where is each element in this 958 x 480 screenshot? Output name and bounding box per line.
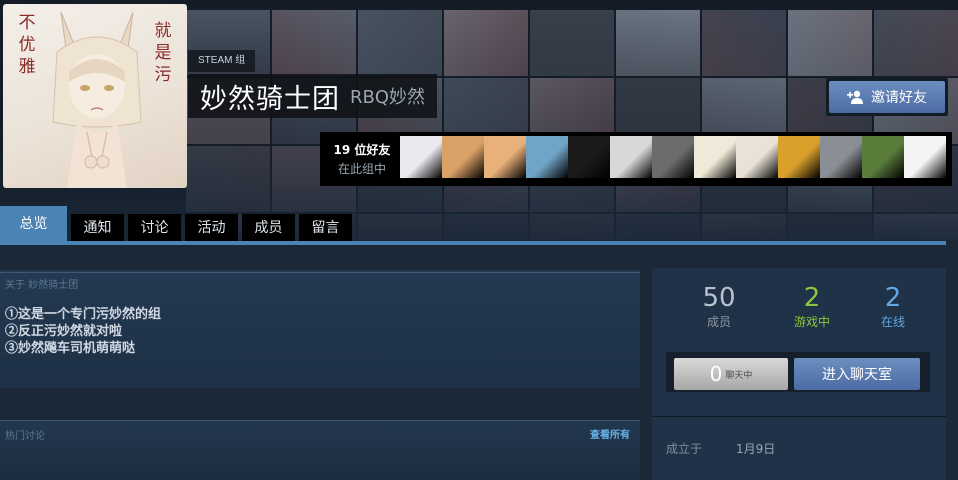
about-line: ①这是一个专门污妙然的组 <box>5 307 162 322</box>
friend-avatar[interactable] <box>526 136 568 178</box>
stat-members-label: 成员 <box>706 315 731 329</box>
about-line: ③妙然飚车司机萌萌哒 <box>5 341 136 356</box>
tab-underline <box>0 241 946 245</box>
stat-online-value: 2 <box>884 283 902 313</box>
stat-online[interactable]: 2 在线 <box>848 282 938 330</box>
about-divider <box>0 272 640 273</box>
steam-group-tag: STEAM 组 <box>188 50 256 72</box>
discussions-divider <box>0 420 640 421</box>
group-abbreviation: RBQ妙然 <box>350 87 426 108</box>
about-line: ②反正污妙然就对啦 <box>5 324 123 339</box>
friend-avatar[interactable] <box>442 136 484 178</box>
friend-avatars <box>400 136 946 182</box>
friend-avatar[interactable] <box>862 136 904 178</box>
stat-in-game-label: 游戏中 <box>793 315 830 329</box>
friend-avatar[interactable] <box>694 136 736 178</box>
about-description: ①这是一个专门污妙然的组 ②反正污妙然就对啦 ③妙然飚车司机萌萌哒 <box>5 306 161 357</box>
tab-overview[interactable]: 总览 <box>0 206 67 242</box>
about-heading: 关于 妙然骑士团 <box>5 280 79 291</box>
tab-comments[interactable]: 留言 <box>299 214 352 242</box>
popular-discussions-section: 热门讨论 查看所有 <box>0 420 640 480</box>
friends-count[interactable]: 19 位好友 在此组中 <box>324 136 400 182</box>
friends-count-label: 19 位好友 <box>333 143 391 157</box>
founded-label: 成立于 <box>666 442 703 456</box>
group-stats-panel: 50 成员 2 游戏中 2 在线 0 聊天中 进入聊天室 成立于 1月9日 <box>652 268 946 480</box>
invite-friends-button-face[interactable]: 邀请好友 <box>829 81 945 113</box>
friend-avatar[interactable] <box>610 136 652 178</box>
avatar-caption-right: 就是污 <box>154 21 172 85</box>
tab-events[interactable]: 活动 <box>185 214 238 242</box>
friend-avatar[interactable] <box>484 136 526 178</box>
tab-discussions[interactable]: 讨论 <box>128 214 181 242</box>
chat-count-label: 聊天中 <box>725 370 753 381</box>
chat-count-value: 0 <box>709 362 723 386</box>
avatar-character-illustration <box>52 12 142 188</box>
friend-avatar[interactable] <box>778 136 820 178</box>
view-all-link[interactable]: 查看所有 <box>590 426 630 441</box>
friend-avatar[interactable] <box>652 136 694 178</box>
stat-online-label: 在线 <box>880 315 905 329</box>
invite-friends-label: 邀请好友 <box>871 90 927 106</box>
friends-count-sublabel: 在此组中 <box>337 162 386 176</box>
chat-count-badge: 0 聊天中 <box>674 358 788 390</box>
friend-avatar[interactable] <box>400 136 442 178</box>
stat-in-game-value: 2 <box>803 283 821 313</box>
group-name: 妙然骑士团 <box>200 83 340 115</box>
tab-announcements[interactable]: 通知 <box>71 214 124 242</box>
group-title: 妙然骑士团 RBQ妙然 <box>188 74 438 118</box>
tab-members[interactable]: 成员 <box>242 214 295 242</box>
discussions-heading: 热门讨论 <box>5 431 45 442</box>
friends-in-group-strip: 19 位好友 在此组中 <box>320 132 952 186</box>
enter-chat-room-button[interactable]: 进入聊天室 <box>794 358 920 390</box>
avatar-caption-left: 不优雅 <box>18 13 36 77</box>
group-avatar: 不优雅 就是污 <box>3 4 187 188</box>
panel-divider <box>652 416 946 417</box>
group-header: 不优雅 就是污 STEAM 组 妙然骑士团 RBQ妙然 邀请好友 19 位好友 … <box>0 0 958 240</box>
stat-members[interactable]: 50 成员 <box>674 282 764 330</box>
friend-avatar[interactable] <box>736 136 778 178</box>
add-friend-icon <box>847 90 863 104</box>
invite-friends-button[interactable]: 邀请好友 <box>826 78 948 116</box>
member-stats: 50 成员 2 游戏中 2 在线 <box>652 282 946 338</box>
chat-box: 0 聊天中 进入聊天室 <box>666 352 930 392</box>
stat-members-value: 50 <box>702 283 736 313</box>
friend-avatar[interactable] <box>568 136 610 178</box>
founded-date: 1月9日 <box>736 442 776 456</box>
friend-avatar[interactable] <box>904 136 946 178</box>
stat-in-game[interactable]: 2 游戏中 <box>767 282 857 330</box>
friend-avatar[interactable] <box>820 136 862 178</box>
about-section: 关于 妙然骑士团 ①这是一个专门污妙然的组 ②反正污妙然就对啦 ③妙然飚车司机萌… <box>0 270 640 388</box>
